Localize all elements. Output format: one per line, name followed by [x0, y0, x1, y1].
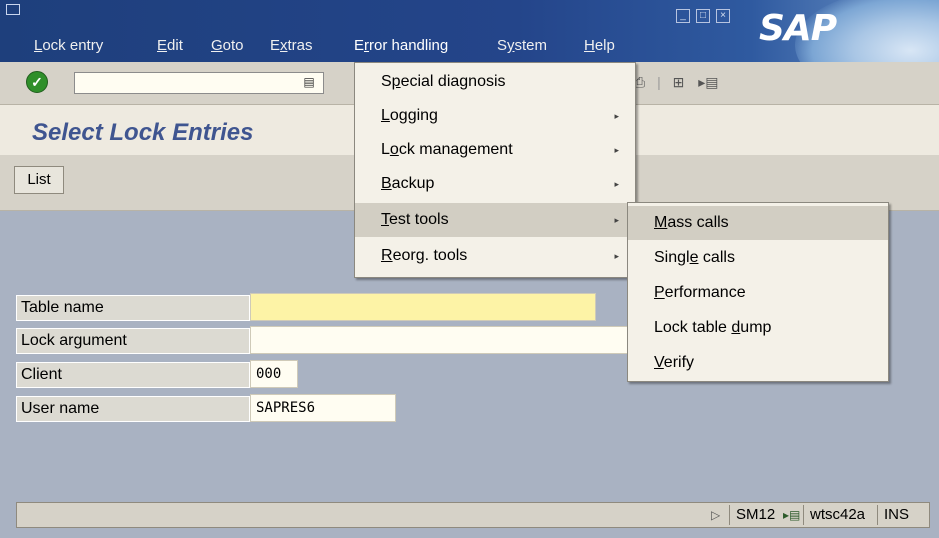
error-handling-menu: Special diagnosis Logging ▸ Lock manageme…	[354, 62, 636, 278]
menu-item-lock-table-dump[interactable]: Lock table dump	[628, 311, 888, 345]
enter-check-icon[interactable]: ✓	[26, 71, 48, 93]
client-input[interactable]: 000	[250, 360, 298, 388]
status-server: wtsc42a	[810, 506, 866, 523]
menu-item-single-calls[interactable]: Single calls	[628, 241, 888, 275]
close-icon[interactable]: ×	[716, 9, 730, 23]
submenu-arrow-icon: ▸	[614, 145, 619, 155]
shortcut-icon[interactable]: ▸▤	[698, 74, 718, 90]
menu-item-verify[interactable]: Verify	[628, 346, 888, 380]
label-lock-argument: Lock argument	[16, 328, 250, 354]
list-button[interactable]: List	[14, 166, 64, 194]
status-expand-icon[interactable]: ▷	[711, 503, 720, 527]
label-user-name: User name	[16, 396, 250, 422]
submenu-arrow-icon: ▸	[614, 251, 619, 261]
menu-system[interactable]: System	[497, 37, 547, 54]
menu-help[interactable]: Help	[584, 37, 615, 54]
minimize-icon[interactable]: _	[676, 9, 690, 23]
menu-extras[interactable]: Extras	[270, 37, 313, 54]
submenu-arrow-icon: ▸	[614, 111, 619, 121]
user-name-input[interactable]: SAPRES6	[250, 394, 396, 422]
status-bar: ▷ SM12 ▸▤ wtsc42a INS	[16, 502, 930, 528]
test-tools-submenu: Mass calls Single calls Performance Lock…	[627, 202, 889, 382]
menu-item-mass-calls[interactable]: Mass calls	[628, 206, 888, 240]
sap-logo: SAP	[755, 0, 939, 62]
menu-edit[interactable]: Edit	[157, 37, 183, 54]
command-field[interactable]	[74, 72, 324, 94]
menu-item-logging[interactable]: Logging ▸	[355, 99, 635, 133]
create-session-icon[interactable]: ⊞	[673, 74, 685, 90]
status-transaction: SM12	[736, 506, 776, 523]
toolbar-icons: ⎙ | ⊞ ▸▤	[634, 74, 719, 90]
maximize-icon[interactable]: □	[696, 9, 710, 23]
table-name-input[interactable]	[250, 293, 596, 321]
page-title: Select Lock Entries	[32, 119, 254, 146]
menu-item-backup[interactable]: Backup ▸	[355, 167, 635, 201]
submenu-arrow-icon: ▸	[614, 179, 619, 189]
menu-goto[interactable]: Goto	[211, 37, 244, 54]
status-info-icon[interactable]: ▸▤	[783, 503, 800, 527]
system-menu-icon[interactable]	[6, 4, 20, 15]
menu-item-reorg-tools[interactable]: Reorg. tools ▸	[355, 239, 635, 273]
submenu-arrow-icon: ▸	[614, 215, 619, 225]
menu-lock-entry[interactable]: Lock entry	[34, 37, 103, 54]
menu-error-handling[interactable]: Error handling	[354, 37, 448, 54]
menu-item-test-tools[interactable]: Test tools ▸	[355, 203, 635, 237]
lock-argument-input[interactable]	[250, 326, 630, 354]
command-history-icon[interactable]: ▤	[300, 73, 318, 91]
status-mode[interactable]: INS	[884, 503, 909, 527]
menu-item-lock-management[interactable]: Lock management ▸	[355, 133, 635, 167]
label-client: Client	[16, 362, 250, 388]
menu-item-special-diagnosis[interactable]: Special diagnosis	[355, 65, 635, 99]
menu-bar: Lock entry Edit Goto Extras Error handli…	[0, 0, 939, 62]
menu-item-performance[interactable]: Performance	[628, 276, 888, 310]
label-table-name: Table name	[16, 295, 250, 321]
